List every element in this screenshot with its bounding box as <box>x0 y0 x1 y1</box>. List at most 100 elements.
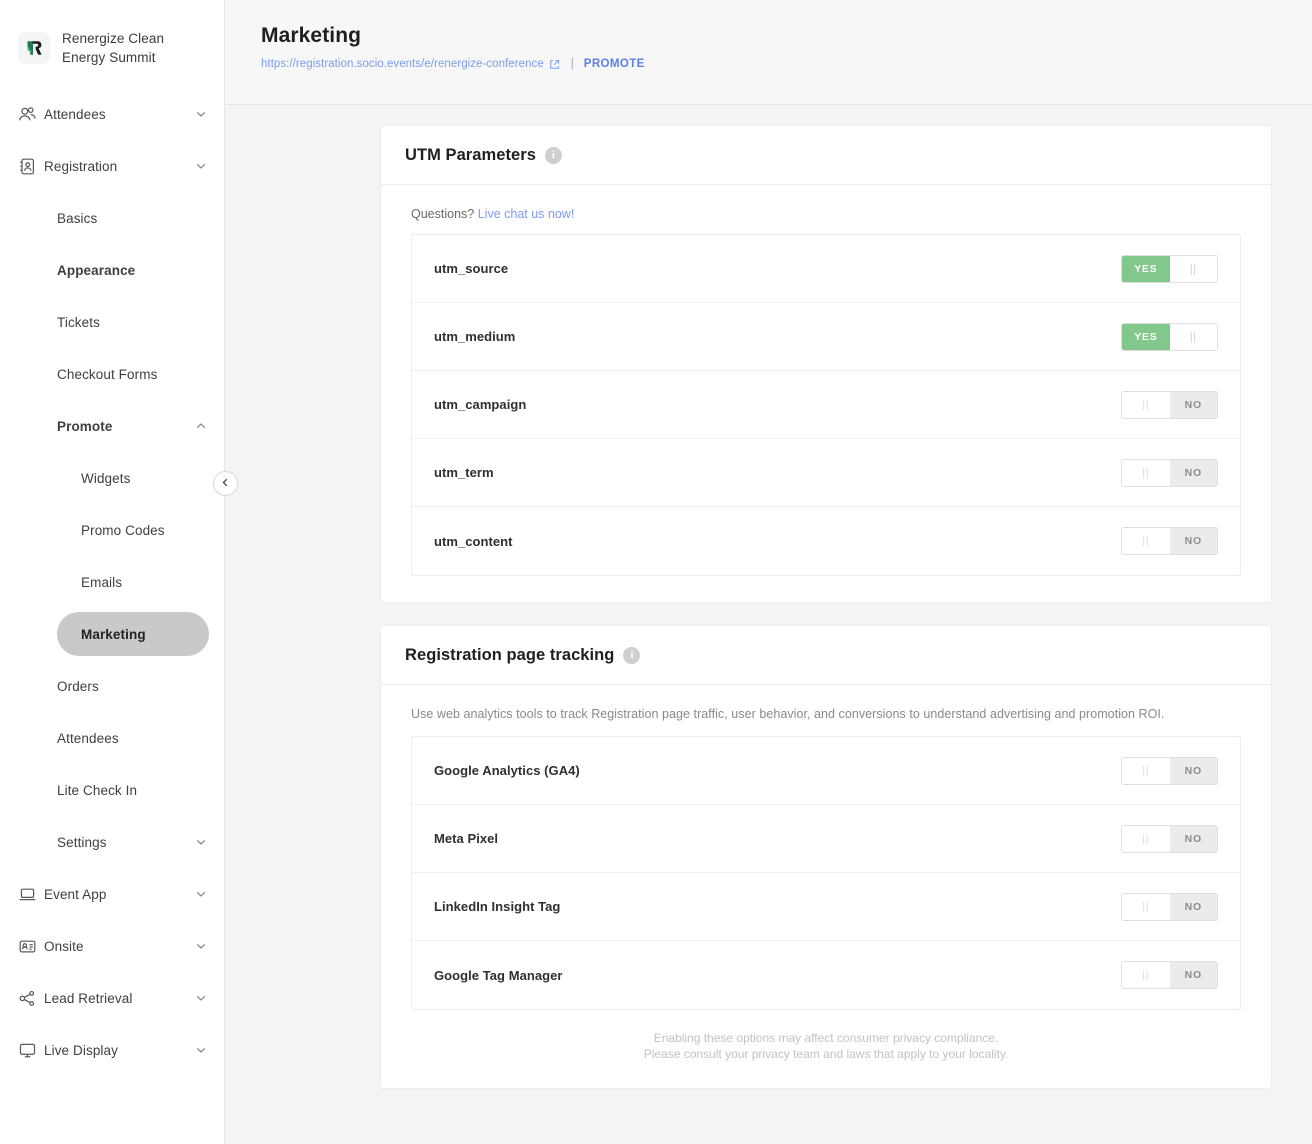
chevron-down-icon[interactable] <box>194 887 208 901</box>
toggle-state-label: NO <box>1169 962 1217 988</box>
sidebar-item-label: Widgets <box>81 470 131 486</box>
tracking-row-label: Google Tag Manager <box>434 967 563 983</box>
sidebar-item-appearance[interactable]: Appearance <box>0 244 224 296</box>
sidebar-item-tickets[interactable]: Tickets <box>0 296 224 348</box>
sidebar-item-label: Promo Codes <box>81 522 165 538</box>
sidebar-item-lite-check-in[interactable]: Lite Check In <box>0 764 224 816</box>
sidebar-item-label: Attendees <box>57 730 119 746</box>
tracking-row-label: Google Analytics (GA4) <box>434 763 580 778</box>
info-icon[interactable]: i <box>544 147 562 164</box>
sidebar-item-promo-codes[interactable]: Promo Codes <box>0 504 224 556</box>
toggle-handle-icon: || <box>1122 459 1170 486</box>
page-title: Marketing <box>261 24 362 47</box>
toggle-state-label: YES <box>1122 255 1170 282</box>
chevron-down-icon[interactable] <box>194 159 208 173</box>
tracking-row-label: LinkedIn Insight Tag <box>434 899 561 914</box>
sidebar-item-checkout-forms[interactable]: Checkout Forms <box>0 348 224 400</box>
toggle-state-label: NO <box>1169 893 1217 920</box>
sidebar-item-emails[interactable]: Emails <box>0 556 224 608</box>
sidebar-item-settings[interactable]: Settings <box>0 816 224 868</box>
sidebar-collapse-button[interactable] <box>213 471 238 496</box>
utm-content-toggle[interactable]: || NO <box>1121 527 1218 555</box>
sidebar-item-attendees[interactable]: Attendees <box>0 88 224 140</box>
questions-prefix: Questions? <box>411 207 475 221</box>
toggle-handle-icon: || <box>1122 528 1170 554</box>
utm-parameters-card: UTM Parameters i Questions? Live chat us… <box>380 125 1272 603</box>
registration-url-link[interactable]: https://registration.socio.events/e/rene… <box>261 58 544 70</box>
sidebar-item-label: Emails <box>81 574 123 590</box>
linkedin-insight-tag-toggle[interactable]: || NO <box>1121 892 1218 921</box>
sidebar-item-label: Promote <box>57 418 113 434</box>
promote-link[interactable]: PROMOTE <box>584 58 645 70</box>
live-chat-link[interactable]: Live chat us now! <box>478 207 575 221</box>
toggle-state-label: NO <box>1169 528 1217 554</box>
chevron-down-icon[interactable] <box>194 1043 208 1057</box>
utm-card-header: UTM Parameters i <box>381 126 1271 185</box>
chevron-down-icon[interactable] <box>194 939 208 953</box>
utm-medium-toggle[interactable]: YES || <box>1121 322 1218 351</box>
sidebar-item-label: Onsite <box>44 938 84 954</box>
meta-pixel-toggle[interactable]: || NO <box>1121 824 1218 853</box>
sidebar-item-basics[interactable]: Basics <box>0 192 224 244</box>
people-icon <box>18 105 44 124</box>
main-area: Marketing https://registration.socio.eve… <box>225 0 1312 1144</box>
utm-row-label: utm_source <box>434 261 509 276</box>
brand-name: Renergize Clean Energy Summit <box>62 31 165 65</box>
badge-icon <box>18 937 44 956</box>
table-row: LinkedIn Insight Tag || NO <box>412 873 1240 941</box>
toggle-state-label: NO <box>1169 391 1217 418</box>
sidebar-item-label: Basics <box>57 210 98 226</box>
tracking-card-title: Registration page tracking <box>405 646 615 664</box>
sidebar-item-live-display[interactable]: Live Display <box>0 1024 224 1076</box>
table-row: utm_campaign || NO <box>412 371 1240 439</box>
page-header: Marketing https://registration.socio.eve… <box>225 0 1312 105</box>
chevron-down-icon[interactable] <box>194 835 208 849</box>
utm-row-label: utm_medium <box>434 329 516 344</box>
sidebar-item-label: Lite Check In <box>57 782 138 798</box>
info-icon[interactable]: i <box>623 647 641 664</box>
toggle-handle-icon: || <box>1122 391 1170 418</box>
app-root: Renergize Clean Energy Summit Attendees <box>0 0 1312 1144</box>
header-subline: https://registration.socio.events/e/rene… <box>261 58 1288 70</box>
sidebar-item-lead-retrieval[interactable]: Lead Retrieval <box>0 972 224 1024</box>
utm-rows: utm_source YES || utm_medium YES || utm_… <box>411 234 1241 576</box>
external-link-icon[interactable] <box>549 59 560 70</box>
toggle-state-label: YES <box>1122 323 1170 350</box>
chevron-up-icon[interactable] <box>194 419 208 433</box>
tracking-card-header: Registration page tracking i <box>381 626 1271 685</box>
chevron-down-icon[interactable] <box>194 991 208 1005</box>
monitor-icon <box>18 1041 44 1060</box>
r-monogram-logo <box>18 32 50 64</box>
table-row: Google Analytics (GA4) || NO <box>412 737 1240 805</box>
sidebar-item-onsite[interactable]: Onsite <box>0 920 224 972</box>
sidebar-item-label: Live Display <box>44 1042 118 1058</box>
sidebar-item-registration[interactable]: Registration <box>0 140 224 192</box>
sidebar-item-widgets[interactable]: Widgets <box>0 452 224 504</box>
table-row: utm_term || NO <box>412 439 1240 507</box>
brand[interactable]: Renergize Clean Energy Summit <box>0 22 224 74</box>
google-analytics-toggle[interactable]: || NO <box>1121 756 1218 785</box>
chevron-down-icon[interactable] <box>194 107 208 121</box>
toggle-handle-icon: || <box>1122 825 1170 852</box>
tracking-row-label: Meta Pixel <box>434 831 499 846</box>
laptop-icon <box>18 885 44 904</box>
google-tag-manager-toggle[interactable]: || NO <box>1121 961 1218 989</box>
tracking-description: Use web analytics tools to track Registr… <box>411 707 1165 721</box>
sidebar-item-label: Tickets <box>57 314 100 330</box>
sidebar-item-event-app[interactable]: Event App <box>0 868 224 920</box>
utm-row-label: utm_term <box>434 465 494 480</box>
sidebar-item-promote[interactable]: Promote <box>0 400 224 452</box>
registration-page-tracking-card: Registration page tracking i Use web ana… <box>380 625 1272 1089</box>
sidebar-item-label: Checkout Forms <box>57 366 158 382</box>
sidebar-item-orders[interactable]: Orders <box>0 660 224 712</box>
table-row: Meta Pixel || NO <box>412 805 1240 873</box>
utm-campaign-toggle[interactable]: || NO <box>1121 390 1218 419</box>
share-icon <box>18 989 44 1008</box>
sidebar-item-marketing[interactable]: Marketing <box>57 612 209 656</box>
utm-source-toggle[interactable]: YES || <box>1121 254 1218 283</box>
sidebar-item-attendees-sub[interactable]: Attendees <box>0 712 224 764</box>
sidebar: Renergize Clean Energy Summit Attendees <box>0 0 238 1144</box>
utm-term-toggle[interactable]: || NO <box>1121 458 1218 487</box>
sidebar-item-label: Marketing <box>81 626 146 642</box>
utm-row-label: utm_campaign <box>434 397 527 412</box>
